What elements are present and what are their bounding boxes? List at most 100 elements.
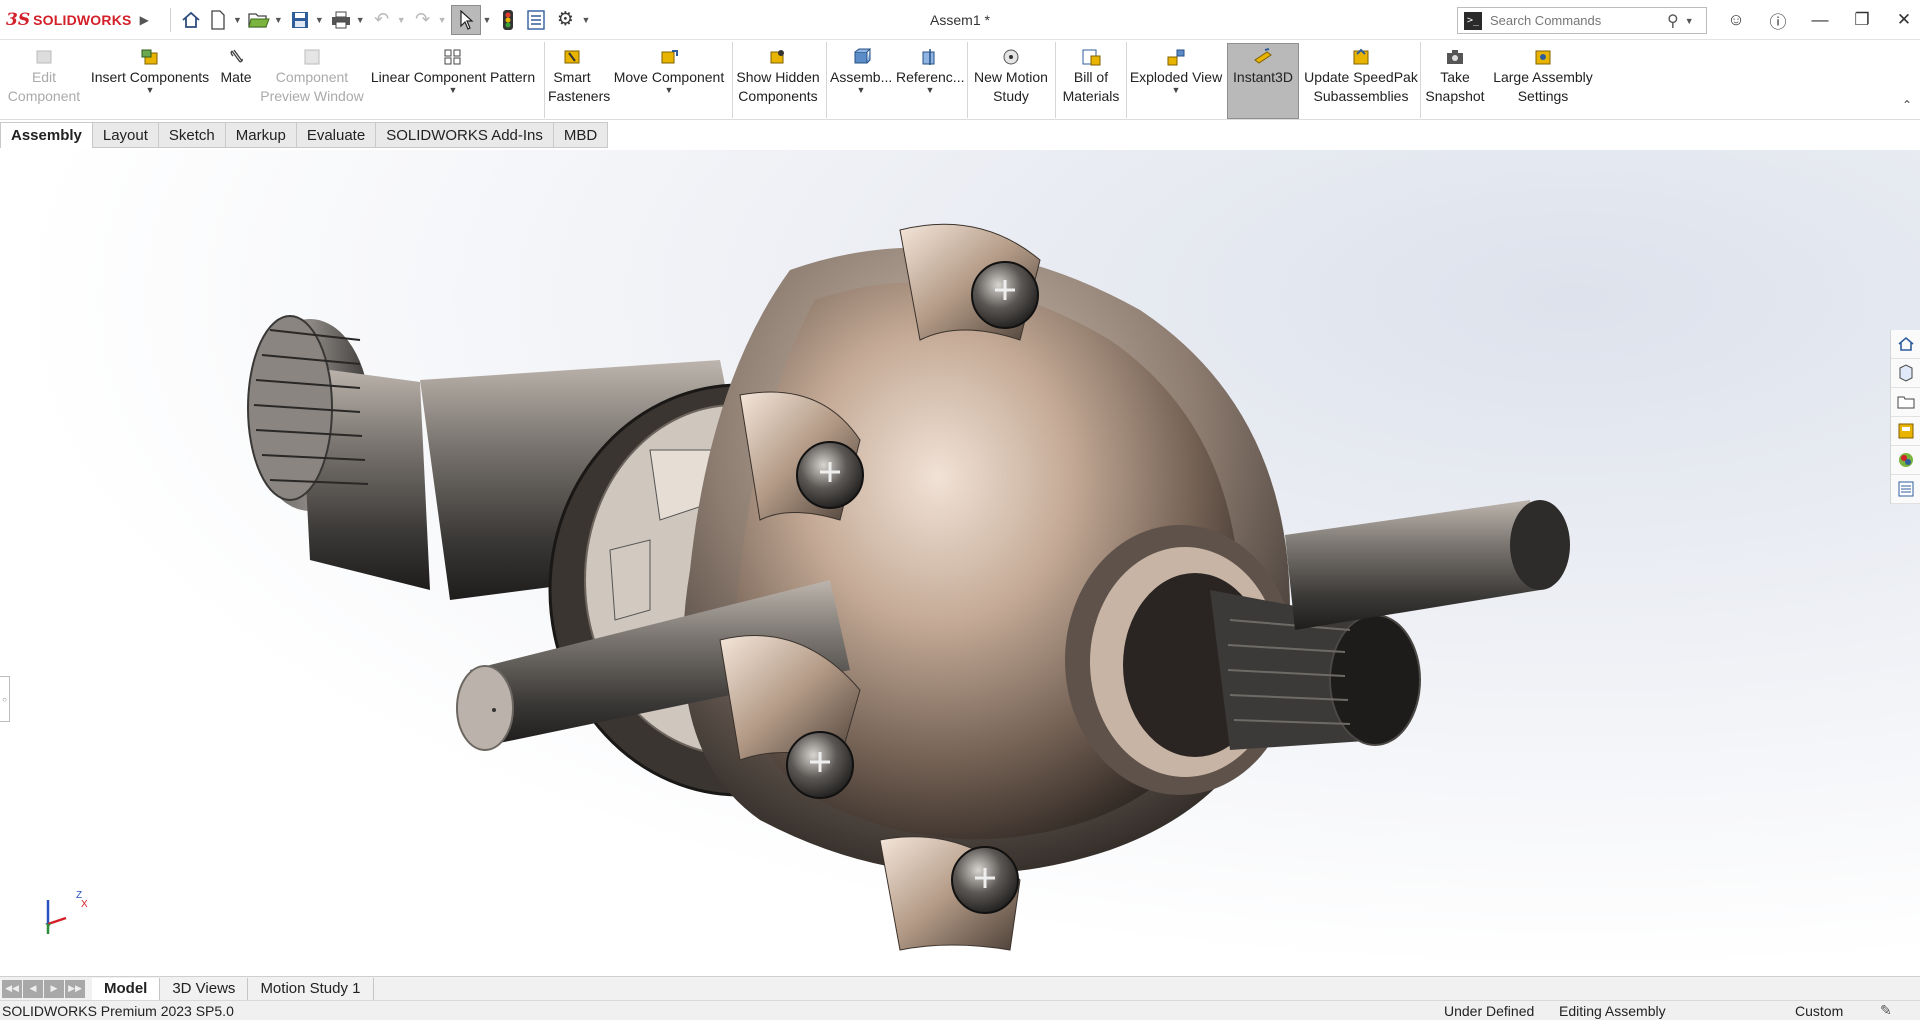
exploded-view-dropdown-icon[interactable]: ▼	[1128, 85, 1224, 95]
assembly-features-dropdown-icon[interactable]: ▼	[830, 85, 892, 95]
save-button[interactable]	[287, 5, 313, 35]
take-snapshot-button[interactable]: Take Snapshot	[1422, 44, 1488, 116]
mate-button[interactable]: Mate	[214, 44, 258, 116]
rebuild-status-icon[interactable]: ✎	[1880, 1002, 1892, 1019]
motion-study-icon	[1003, 49, 1019, 65]
graphics-area[interactable]: Z X Y ○	[0, 150, 1920, 976]
search-dropdown-icon[interactable]: ▼	[1685, 16, 1694, 26]
tab-sketch[interactable]: Sketch	[158, 122, 226, 148]
insert-components-dropdown-icon[interactable]: ▼	[88, 85, 212, 95]
tab-evaluate[interactable]: Evaluate	[296, 122, 377, 148]
bill-of-materials-button[interactable]: Bill of Materials	[1058, 44, 1124, 116]
new-document-button[interactable]	[205, 5, 231, 35]
next-tab-icon[interactable]: ▶	[44, 979, 64, 998]
solidworks-logo[interactable]: 3S SOLIDWORKS ▶	[0, 0, 149, 40]
tab-motion-study-1[interactable]: Motion Study 1	[248, 977, 374, 1000]
differential-housing[interactable]	[683, 247, 1295, 875]
redo-dropdown-icon[interactable]: ▼	[438, 15, 447, 25]
new-motion-study-button[interactable]: New Motion Study	[970, 44, 1052, 116]
reference-geometry-button[interactable]: Referenc... ▼	[896, 44, 964, 116]
feature-manager-expand-handle[interactable]: ○	[0, 676, 10, 722]
linear-component-pattern-button[interactable]: Linear Component Pattern ▼	[368, 44, 538, 116]
view-palette-icon[interactable]	[1891, 417, 1920, 446]
close-icon[interactable]: ✕	[1883, 10, 1920, 30]
open-button[interactable]	[246, 5, 272, 35]
tab-3d-views[interactable]: 3D Views	[160, 977, 249, 1000]
search-input[interactable]	[1490, 13, 1665, 28]
mate-label: Mate	[220, 69, 252, 85]
user-account-icon[interactable]: ☺	[1715, 10, 1757, 30]
minimize-icon[interactable]: —	[1799, 10, 1841, 30]
smart-fasteners-label: Smart	[553, 69, 591, 85]
options-dropdown-icon[interactable]: ▼	[581, 15, 590, 25]
home-button[interactable]	[177, 5, 205, 35]
solidworks-resources-home-icon[interactable]	[1891, 330, 1920, 359]
select-cursor-icon	[459, 9, 474, 30]
assembly-features-label: Assemb...	[830, 69, 893, 85]
tab-markup[interactable]: Markup	[225, 122, 297, 148]
product-version: SOLIDWORKS Premium 2023 SP5.0	[2, 1003, 234, 1019]
collapse-ribbon-icon[interactable]: ⌃	[1902, 98, 1912, 112]
show-hidden-label-2: Components	[738, 88, 818, 104]
large-assembly-settings-button[interactable]: Large Assembly Settings	[1490, 44, 1596, 116]
open-folder-icon	[248, 12, 270, 28]
unit-system-selector[interactable]: Custom	[1795, 1003, 1843, 1019]
assembly-features-button[interactable]: Assemb... ▼	[830, 44, 892, 116]
move-component-dropdown-icon[interactable]: ▼	[608, 85, 730, 95]
open-dropdown-icon[interactable]: ▼	[274, 15, 283, 25]
appearances-scenes-icon[interactable]	[1891, 446, 1920, 475]
design-library-icon[interactable]	[1891, 359, 1920, 388]
menu-expand-arrow-icon[interactable]: ▶	[140, 13, 149, 27]
last-tab-icon[interactable]: ▶▶	[65, 979, 85, 998]
redo-button[interactable]: ↷	[410, 5, 436, 35]
save-dropdown-icon[interactable]: ▼	[315, 15, 324, 25]
assembly-model[interactable]	[0, 150, 1920, 976]
tab-mbd[interactable]: MBD	[553, 122, 609, 148]
rebuild-button[interactable]	[495, 5, 521, 35]
update-speedpak-button[interactable]: Update SpeedPak Subassemblies	[1304, 44, 1418, 116]
save-icon	[291, 11, 308, 28]
move-component-label: Move Component	[613, 69, 725, 85]
move-component-button[interactable]: Move Component ▼	[608, 44, 730, 116]
print-dropdown-icon[interactable]: ▼	[356, 15, 365, 25]
preview-window-icon	[304, 49, 320, 65]
edit-component-button[interactable]: Edit Component	[2, 44, 86, 116]
file-properties-button[interactable]	[521, 5, 551, 35]
select-dropdown-icon[interactable]: ▼	[483, 15, 492, 25]
show-hidden-icon	[770, 50, 784, 64]
select-button[interactable]	[450, 4, 481, 35]
instant3d-button[interactable]: Instant3D	[1227, 43, 1299, 119]
search-commands-box[interactable]: >_ ⚲ ▼	[1457, 7, 1707, 34]
component-preview-window-button[interactable]: Component Preview Window	[260, 44, 364, 116]
help-icon[interactable]: ⓘ	[1757, 8, 1799, 33]
show-hidden-components-button[interactable]: Show Hidden Components	[736, 44, 820, 116]
smart-fasteners-button[interactable]: Smart Fasteners	[548, 44, 610, 116]
custom-properties-icon[interactable]	[1891, 475, 1920, 504]
reference-geometry-dropdown-icon[interactable]: ▼	[896, 85, 964, 95]
preview-window-label-2: Preview Window	[260, 88, 364, 104]
previous-tab-icon[interactable]: ◀	[23, 979, 43, 998]
command-tabs-row: Assembly Layout Sketch Markup Evaluate S…	[0, 120, 1920, 266]
exploded-view-button[interactable]: Exploded View ▼	[1128, 44, 1224, 116]
new-dropdown-icon[interactable]: ▼	[233, 15, 242, 25]
separator	[967, 42, 968, 118]
options-button[interactable]: ⚙	[551, 5, 579, 35]
separator	[1420, 42, 1421, 118]
speedpak-icon	[1353, 48, 1369, 65]
editing-mode-status: Editing Assembly	[1559, 1003, 1666, 1019]
first-tab-icon[interactable]: ◀◀	[2, 979, 22, 998]
insert-components-button[interactable]: Insert Components ▼	[88, 44, 212, 116]
tab-layout[interactable]: Layout	[92, 122, 159, 148]
undo-button[interactable]: ↶	[369, 5, 395, 35]
undo-dropdown-icon[interactable]: ▼	[397, 15, 406, 25]
take-snapshot-label-2: Snapshot	[1425, 88, 1485, 104]
tab-model[interactable]: Model	[92, 977, 161, 1000]
separator	[732, 42, 733, 118]
tab-solidworks-addins[interactable]: SOLIDWORKS Add-Ins	[376, 122, 554, 148]
search-icon[interactable]: ⚲	[1667, 11, 1679, 31]
file-explorer-folder-icon[interactable]	[1891, 388, 1920, 417]
linear-pattern-dropdown-icon[interactable]: ▼	[368, 85, 538, 95]
tab-assembly[interactable]: Assembly	[0, 122, 93, 148]
print-button[interactable]	[328, 5, 354, 35]
restore-icon[interactable]: ❐	[1841, 10, 1883, 30]
